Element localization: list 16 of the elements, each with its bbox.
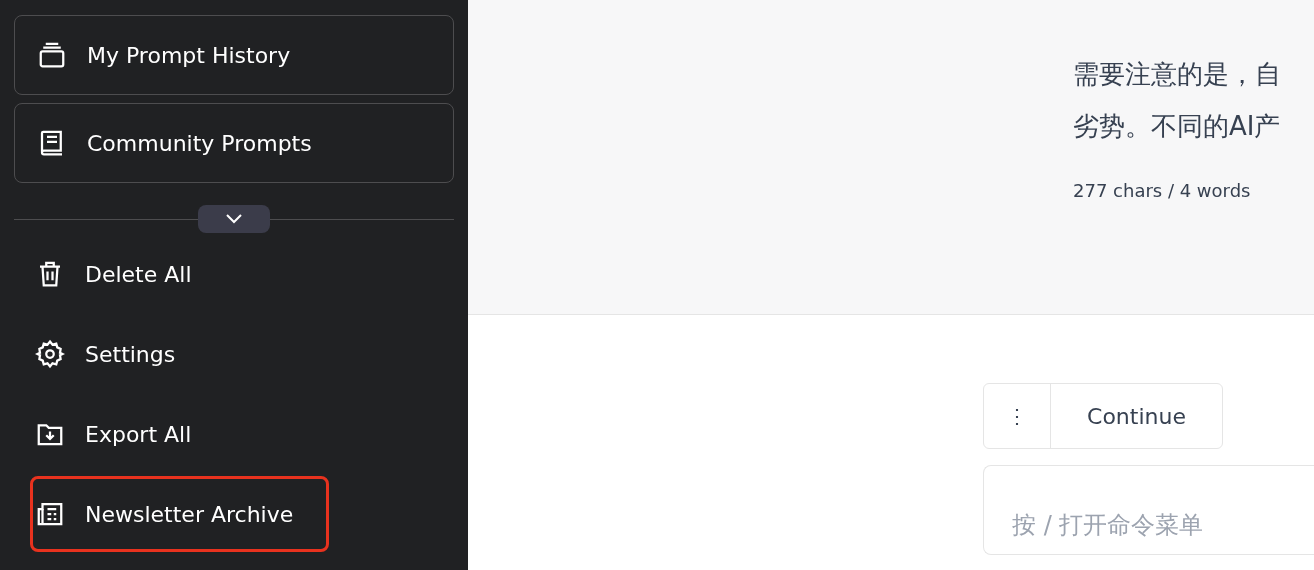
sidebar-item[interactable]: Delete All: [30, 236, 329, 312]
settings-icon: [35, 339, 65, 369]
sidebar-card[interactable]: My Prompt History: [14, 15, 454, 95]
sidebar-item[interactable]: Settings: [30, 316, 329, 392]
sidebar-card[interactable]: Community Prompts: [14, 103, 454, 183]
response-text: 劣势。不同的AI产: [1073, 110, 1282, 143]
continue-button[interactable]: Continue: [1051, 384, 1222, 448]
prompt-input[interactable]: 按 / 打开命令菜单: [983, 465, 1314, 555]
sidebar-item[interactable]: Export All: [30, 396, 329, 472]
response-text: 需要注意的是，自: [1073, 58, 1282, 91]
chevron-icon: [224, 213, 244, 225]
stack-icon: [37, 40, 67, 70]
expand-toggle[interactable]: [198, 205, 270, 233]
sidebar-item[interactable]: Newsletter Archive: [30, 476, 329, 552]
character-count: 277 chars / 4 words: [1073, 180, 1252, 201]
more-options-button[interactable]: ⋮: [984, 384, 1051, 448]
